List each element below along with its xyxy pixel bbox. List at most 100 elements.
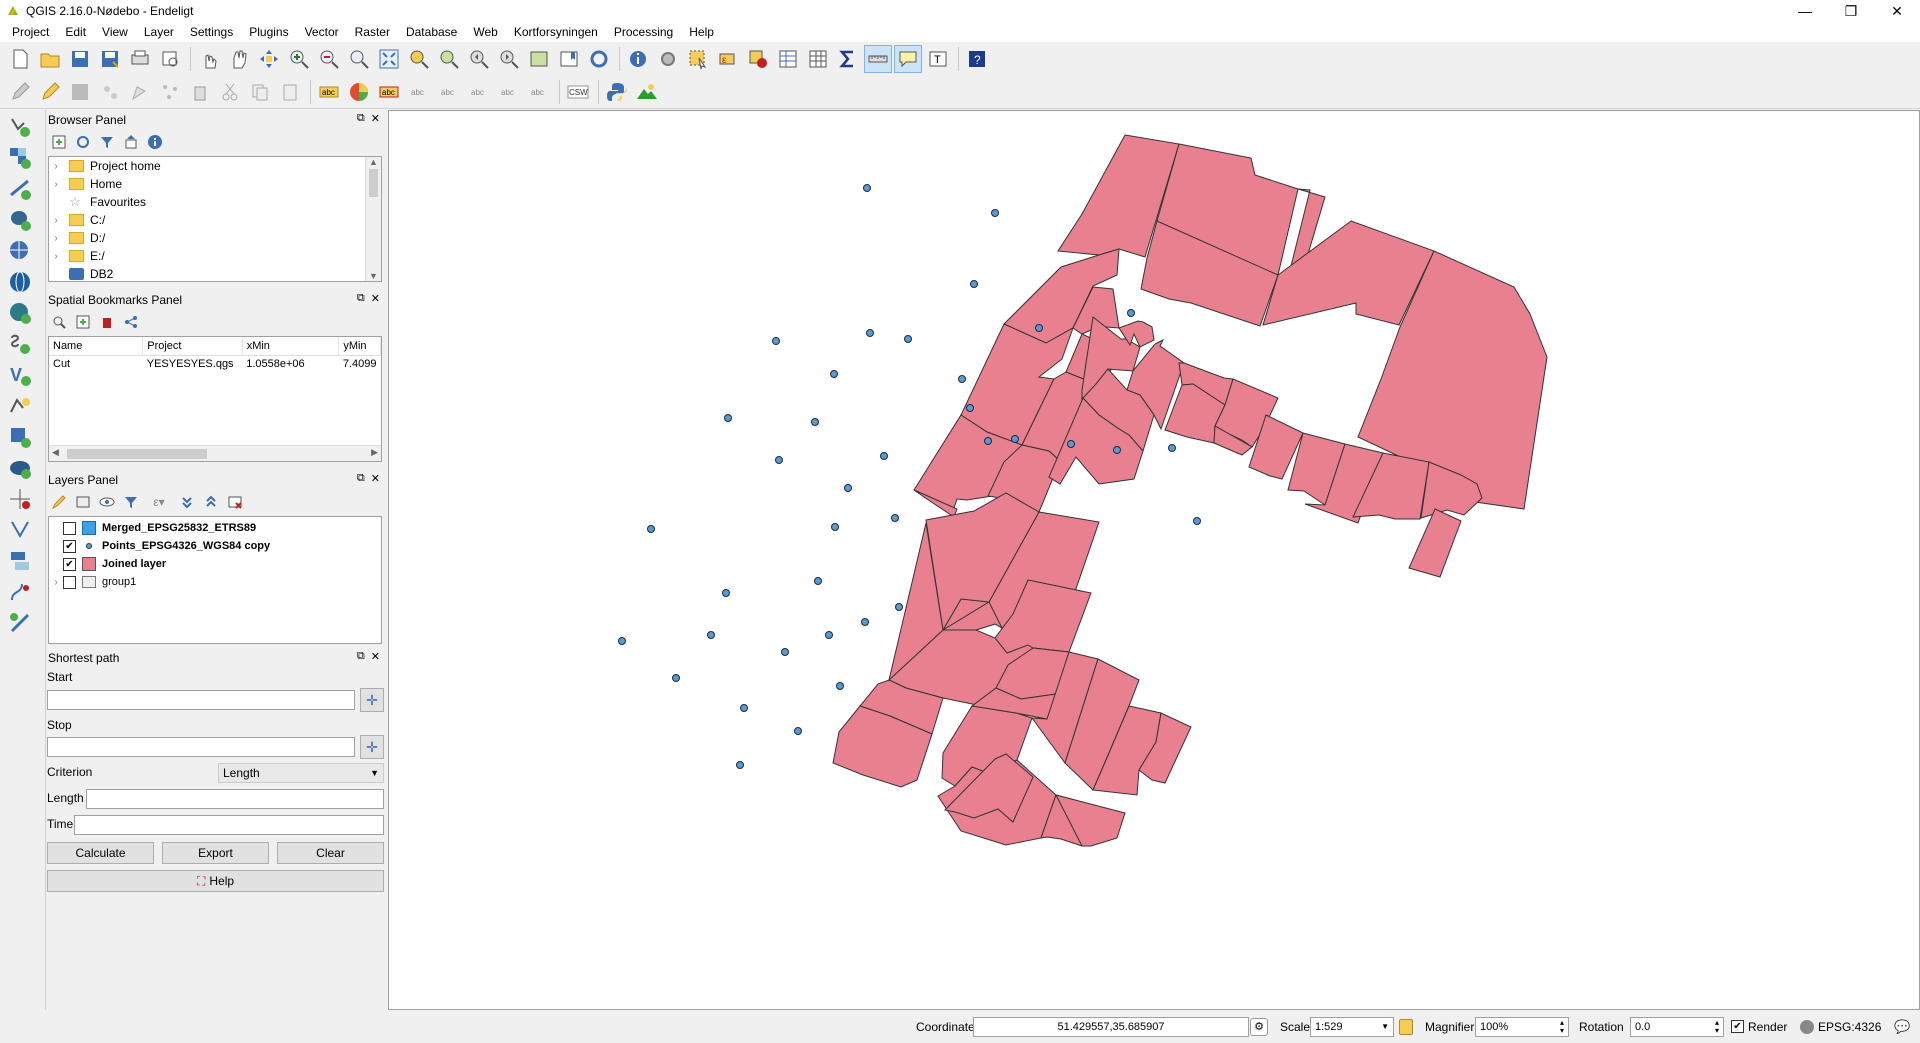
zoom-in-button[interactable] [285, 45, 313, 73]
stop-pick-button[interactable]: ✛ [360, 735, 384, 759]
menu-layer[interactable]: Layer [136, 22, 182, 42]
save-edits-button[interactable] [66, 78, 94, 106]
menu-project[interactable]: Project [4, 22, 57, 42]
map-tips-button[interactable] [894, 45, 922, 73]
filter-expression-icon[interactable]: ε▾ [146, 493, 172, 511]
python-console-button[interactable] [603, 78, 631, 106]
help-contents-button[interactable]: ? [963, 45, 991, 73]
chevron-right-icon[interactable]: › [49, 577, 63, 588]
start-input[interactable] [47, 690, 355, 710]
close-icon[interactable]: ✕ [371, 650, 380, 663]
filter-legend-icon[interactable] [122, 493, 140, 511]
add-wfs-layer-button[interactable] [4, 299, 36, 327]
crs-globe-icon[interactable] [1800, 1019, 1814, 1034]
feature-point[interactable] [863, 184, 871, 192]
rotation-spinbox[interactable]: 0.0 ▴ ▾ [1630, 1016, 1724, 1037]
feature-point[interactable] [866, 329, 874, 337]
new-map-view-button[interactable] [525, 45, 553, 73]
close-icon[interactable]: ✕ [371, 472, 380, 485]
minimize-button[interactable]: — [1782, 0, 1828, 22]
select-by-expression-button[interactable]: ε [714, 45, 742, 73]
column-header-name[interactable]: Name [49, 337, 144, 356]
feature-point[interactable] [984, 437, 992, 445]
feature-point[interactable] [722, 589, 730, 597]
feature-point[interactable] [825, 631, 833, 639]
menu-web[interactable]: Web [465, 22, 505, 42]
feature-point[interactable] [781, 648, 789, 656]
menu-database[interactable]: Database [398, 22, 465, 42]
share-bookmark-icon[interactable] [122, 313, 140, 331]
tree-item-db2[interactable]: DB2 [49, 265, 381, 281]
save-as-button[interactable] [96, 45, 124, 73]
stop-input[interactable] [47, 737, 355, 757]
zoom-to-selection-button[interactable] [405, 45, 433, 73]
new-project-button[interactable] [6, 45, 34, 73]
new-bookmark-button[interactable] [555, 45, 583, 73]
pan-map-button[interactable] [225, 45, 253, 73]
criterion-select[interactable]: Length ▼ [218, 763, 384, 783]
plugin-tool-button[interactable] [633, 78, 661, 106]
identify-features-button[interactable] [624, 45, 652, 73]
feature-point[interactable] [672, 674, 680, 682]
feature-point[interactable] [811, 418, 819, 426]
print-composer-button[interactable] [126, 45, 154, 73]
column-header-xmin[interactable]: xMin [242, 337, 340, 356]
open-project-button[interactable] [36, 45, 64, 73]
menu-settings[interactable]: Settings [182, 22, 241, 42]
close-button[interactable]: ✕ [1874, 0, 1920, 22]
feature-point[interactable] [647, 525, 655, 533]
move-label-button[interactable]: abc [465, 78, 493, 106]
filter-icon[interactable] [98, 133, 116, 151]
feature-point[interactable] [830, 370, 838, 378]
scale-combo[interactable]: 1:529 ▼ [1310, 1016, 1394, 1037]
feature-point[interactable] [831, 523, 839, 531]
manage-visibility-icon[interactable] [98, 493, 116, 511]
export-button[interactable]: Export [162, 842, 269, 864]
feature-point[interactable] [775, 456, 783, 464]
feature-point[interactable] [814, 577, 822, 585]
feature-point[interactable] [1113, 446, 1121, 454]
tree-item-d-drive[interactable]: › D:/ [49, 229, 381, 247]
tree-item-home[interactable]: › Home [49, 175, 381, 193]
paste-features-button[interactable] [276, 78, 304, 106]
pin-labels-button[interactable]: abc [405, 78, 433, 106]
cell-project[interactable]: YESYESYES.qgs [143, 355, 242, 373]
field-calculator-button[interactable] [804, 45, 832, 73]
bookmarks-hscrollbar[interactable]: ◀ ▶ [49, 445, 381, 461]
layer-row-points[interactable]: ✔ Points_EPSG4326_WGS84 copy [49, 537, 381, 555]
label-tool-button[interactable]: abc [315, 78, 343, 106]
gps-tools-button[interactable] [4, 578, 36, 606]
close-icon[interactable]: ✕ [371, 292, 380, 305]
add-group-icon[interactable] [74, 493, 92, 511]
tree-item-c-drive[interactable]: › C:/ [49, 211, 381, 229]
composer-manager-button[interactable] [156, 45, 184, 73]
feature-point[interactable] [707, 631, 715, 639]
chevron-right-icon[interactable]: › [49, 233, 63, 244]
feature-point[interactable] [966, 404, 974, 412]
layer-visibility-checkbox[interactable]: ✔ [63, 539, 76, 553]
delete-bookmark-icon[interactable] [98, 313, 116, 331]
rotate-label-button[interactable]: abc [495, 78, 523, 106]
feature-point[interactable] [772, 337, 780, 345]
zoom-bookmark-icon[interactable] [50, 313, 68, 331]
layer-visibility-checkbox[interactable]: ✔ [63, 557, 76, 571]
feature-point[interactable] [844, 484, 852, 492]
refresh-icon[interactable] [74, 133, 92, 151]
delete-selected-button[interactable] [186, 78, 214, 106]
browser-scrollbar[interactable]: ▲ ▼ [365, 157, 381, 281]
menu-edit[interactable]: Edit [57, 22, 94, 42]
toggle-editing-button[interactable] [36, 78, 64, 106]
remove-layer-icon[interactable] [226, 493, 244, 511]
layer-visibility-checkbox[interactable] [63, 521, 76, 535]
layer-row-merged[interactable]: Merged_EPSG25832_ETRS89 [49, 519, 381, 537]
float-icon[interactable]: ⧉ [357, 292, 365, 305]
column-header-project[interactable]: Project [142, 337, 243, 356]
lock-scale-icon[interactable] [1399, 1018, 1413, 1035]
text-annotation-button[interactable]: T [924, 45, 952, 73]
feature-point[interactable] [1193, 517, 1201, 525]
shortest-path-button[interactable] [4, 609, 36, 637]
add-wms-layer-button[interactable] [4, 237, 36, 265]
crs-label[interactable]: EPSG:4326 [1818, 1020, 1881, 1034]
coordinate-field[interactable]: 51.429557,35.685907 [973, 1016, 1249, 1037]
info-icon[interactable] [146, 133, 164, 151]
